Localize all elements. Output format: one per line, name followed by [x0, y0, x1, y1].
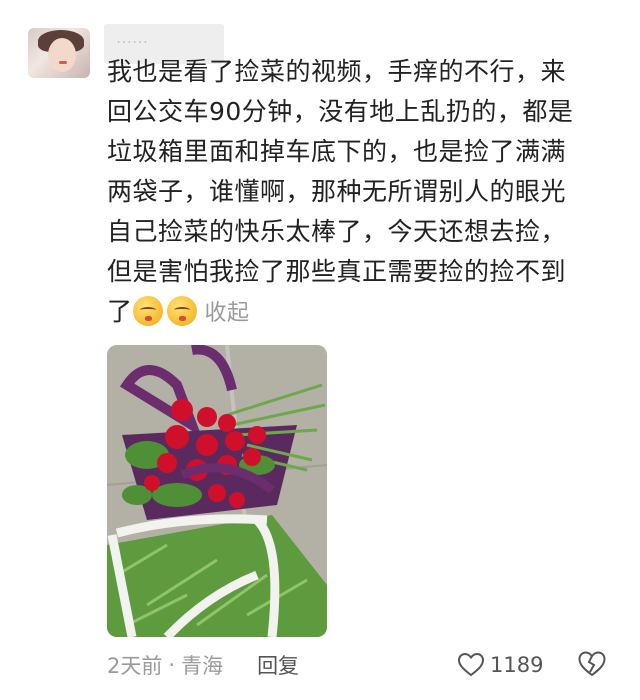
comment-line: 但是害怕我捡了那些真正需要捡的捡不到 — [107, 257, 567, 286]
blushing-face-emoji — [166, 296, 197, 326]
like-count: 1189 — [490, 653, 544, 677]
like-button[interactable]: 1189 — [458, 648, 543, 682]
avatar-mouth — [59, 61, 67, 64]
comment-line: 回公交车90分钟，没有地上乱扔的，都是 — [107, 97, 574, 126]
meta-separator: · — [168, 653, 176, 677]
blushing-face-emoji — [132, 296, 163, 326]
location: 青海 — [181, 654, 224, 678]
vegetables-photo-illustration — [107, 345, 327, 637]
comment-line: 了 — [107, 297, 133, 326]
comment-photo[interactable] — [107, 345, 327, 637]
comment-last-line: 了 收起 — [107, 292, 607, 334]
dislike-button[interactable] — [578, 651, 606, 681]
reply-button[interactable]: 回复 — [257, 650, 299, 680]
avatar[interactable] — [28, 28, 90, 78]
avatar-face — [48, 38, 76, 72]
comment-line: 自己捡菜的快乐太棒了，今天还想去捡， — [107, 217, 567, 246]
heart-icon — [458, 653, 484, 677]
comment-meta: 2天前 · 青海 回复 — [107, 648, 299, 682]
comment-line: 垃圾箱里面和掉车底下的，也是捡了满满 — [107, 137, 567, 166]
timestamp: 2天前 — [107, 654, 163, 678]
comment-line: 我也是看了捡菜的视频，手痒的不行，来 — [107, 57, 567, 86]
username[interactable]: …… — [116, 28, 148, 47]
comment-text: 我也是看了捡菜的视频，手痒的不行，来 回公交车90分钟，没有地上乱扔的，都是 垃… — [107, 52, 607, 334]
collapse-link[interactable]: 收起 — [205, 301, 250, 326]
broken-heart-icon — [578, 651, 606, 677]
comment-line: 两袋子，谁懂啊，那种无所谓别人的眼光 — [107, 177, 567, 206]
